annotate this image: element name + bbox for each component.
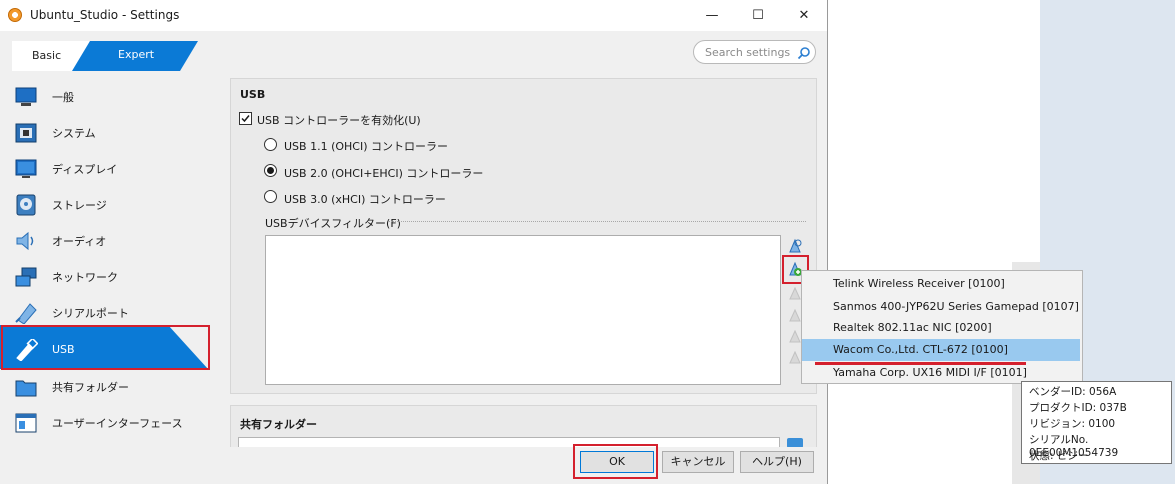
general-icon [15, 87, 37, 106]
red-underline-annotation [815, 362, 1026, 365]
usb-highlight-annotation [1, 325, 210, 370]
filter-separator [388, 221, 806, 222]
audio-icon [16, 231, 34, 251]
search-icon[interactable] [797, 46, 811, 60]
tooltip-product-id: プロダクトID: 037B [1029, 402, 1127, 414]
tooltip-vendor-id: ベンダーID: 056A [1029, 386, 1117, 398]
sidebar-item-network[interactable]: ネットワーク [0, 258, 216, 294]
sidebar-item-label: 一般 [52, 91, 74, 104]
sidebar-item-label: ディスプレイ [52, 163, 118, 176]
add-empty-filter-icon[interactable] [787, 238, 803, 254]
sidebar-item-label: ユーザーインターフェース [52, 417, 183, 430]
usb-filter-list[interactable] [265, 235, 781, 385]
sidebar-item-label: ストレージ [52, 199, 107, 212]
tab-expert-label: Expert [118, 48, 155, 61]
tooltip-state: 状態: ビジー [1029, 450, 1089, 462]
menu-item-device[interactable]: Telink Wireless Receiver [0100] [801, 273, 1081, 295]
usb-enable-label[interactable]: USB コントローラーを有効化(U) [257, 112, 421, 128]
sidebar-item-system[interactable]: システム [0, 114, 216, 150]
network-icon [15, 267, 37, 287]
storage-icon [16, 194, 36, 216]
maximize-button[interactable]: ☐ [735, 0, 781, 31]
close-button[interactable]: ✕ [781, 0, 827, 31]
sidebar-item-label: 共有フォルダー [52, 381, 129, 394]
display-icon [15, 159, 37, 178]
virtualbox-app-icon [8, 8, 22, 22]
serial-port-icon [15, 303, 37, 324]
checkmark-icon [241, 115, 250, 123]
menu-item-device[interactable]: Sanmos 400-JYP62U Series Gamepad [0107] [801, 296, 1081, 318]
sidebar-item-general[interactable]: 一般 [0, 78, 216, 114]
sidebar-item-label: オーディオ [52, 235, 107, 248]
usb11-radio[interactable] [264, 138, 277, 151]
usb11-label[interactable]: USB 1.1 (OHCI) コントローラー [284, 138, 448, 154]
search-input[interactable] [705, 44, 795, 60]
menu-item-device-highlighted[interactable]: Wacom Co.,Ltd. CTL-672 [0100] [801, 339, 1081, 361]
sidebar-item-shared-folders[interactable]: 共有フォルダー [0, 368, 216, 404]
sidebar-item-label: ネットワーク [52, 271, 118, 284]
sidebar-item-label: システム [52, 127, 96, 140]
usb-filter-label: USBデバイスフィルター(F) [265, 217, 401, 230]
usb20-label[interactable]: USB 2.0 (OHCI+EHCI) コントローラー [284, 165, 483, 181]
window-title: Ubuntu_Studio - Settings [30, 8, 180, 22]
usb-enable-checkbox[interactable] [239, 112, 252, 125]
usb20-radio[interactable] [264, 164, 277, 177]
usb30-label[interactable]: USB 3.0 (xHCI) コントローラー [284, 191, 446, 207]
sidebar-item-label: シリアルポート [52, 307, 129, 320]
cancel-button[interactable]: キャンセル [662, 451, 734, 473]
user-interface-icon [15, 413, 37, 433]
tooltip-revision: リビジョン: 0100 [1029, 418, 1116, 430]
sidebar-item-storage[interactable]: ストレージ [0, 186, 216, 222]
help-button[interactable]: ヘルプ(H) [740, 451, 814, 473]
minimize-button[interactable]: — [689, 0, 735, 31]
sidebar-item-display[interactable]: ディスプレイ [0, 150, 216, 186]
sidebar-item-audio[interactable]: オーディオ [0, 222, 216, 258]
shared-folder-icon [15, 380, 37, 397]
system-icon [15, 123, 37, 143]
sidebar-item-user-interface[interactable]: ユーザーインターフェース [0, 404, 216, 440]
shared-folders-title: 共有フォルダー [240, 418, 317, 431]
settings-sidebar: 一般 システム ディスプレイ ストレージ オーディオ ネットワーク シリアルポー… [0, 78, 220, 448]
ok-highlight-annotation [573, 444, 658, 479]
menu-item-device[interactable]: Realtek 802.11ac NIC [0200] [801, 317, 1081, 339]
usb30-radio[interactable] [264, 190, 277, 203]
usb-group-title: USB [240, 88, 266, 101]
